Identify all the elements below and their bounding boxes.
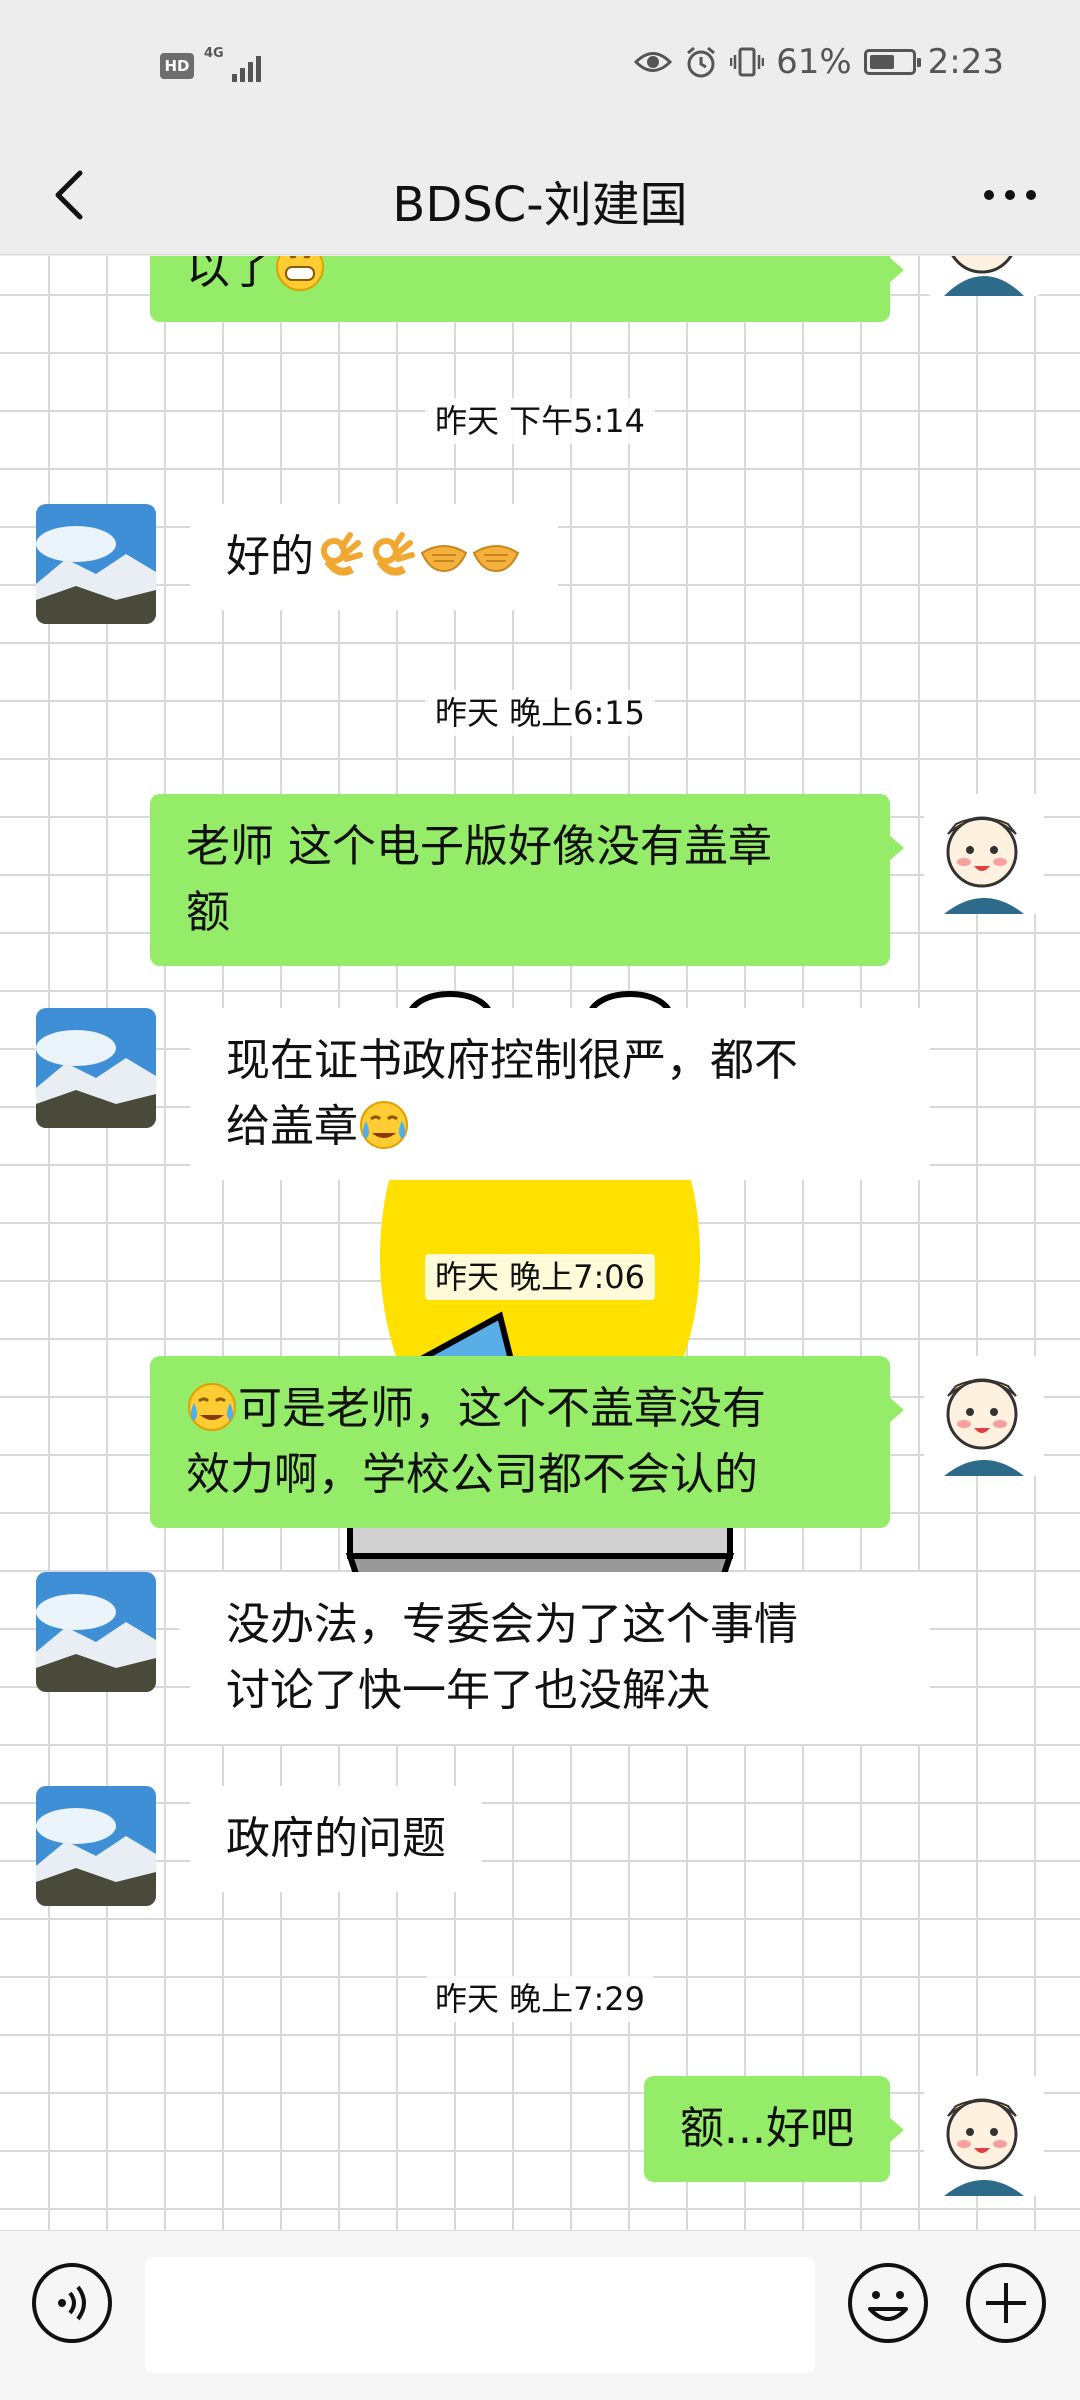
message-line: 现在证书政府控制很严，都不 xyxy=(226,1035,798,1086)
input-bar xyxy=(0,2230,1080,2400)
chat-area[interactable]: 以了 昨天 下午5:14 好的 昨天 晚上6:15 老师 这个电子版好像没有盖章… xyxy=(0,256,1080,2230)
page-title: BDSC-刘建国 xyxy=(392,177,688,233)
contact-avatar[interactable] xyxy=(36,1786,156,1906)
battery-level xyxy=(869,55,895,69)
timestamp: 昨天 晚上6:15 xyxy=(0,688,1080,736)
hd-badge: HD xyxy=(160,53,194,79)
message-input[interactable] xyxy=(145,2257,815,2373)
message-bubble[interactable]: 可是老师，这个不盖章没有 效力啊，学校公司都不会认的 xyxy=(150,1356,904,1528)
timestamp: 昨天 晚上7:06 xyxy=(0,1252,1080,1300)
message-text: 额...好吧 xyxy=(680,2103,854,2154)
network-type: 4G xyxy=(204,46,224,61)
my-avatar[interactable] xyxy=(924,794,1044,914)
message-bubble[interactable]: 额...好吧 xyxy=(644,2076,904,2182)
handshake-icon xyxy=(420,545,468,573)
status-right: 61% 2:23 xyxy=(634,42,1004,82)
grin-emoji-icon xyxy=(276,256,324,291)
message-line: 没办法，专委会为了这个事情 xyxy=(226,1599,798,1650)
message-bubble[interactable]: 政府的问题 xyxy=(176,1786,482,1892)
message-text: 以了 xyxy=(186,256,274,294)
my-avatar[interactable] xyxy=(924,256,1044,296)
vibrate-icon xyxy=(730,47,765,77)
message-line: 效力啊，学校公司都不会认的 xyxy=(186,1449,758,1500)
voice-icon xyxy=(32,2263,112,2343)
my-avatar[interactable] xyxy=(924,1356,1044,1476)
message-bubble[interactable]: 好的 xyxy=(176,504,558,610)
ok-hand-icon xyxy=(373,532,415,576)
more-button[interactable] xyxy=(970,155,1050,235)
plus-icon xyxy=(966,2263,1046,2343)
message-text: 政府的问题 xyxy=(226,1813,446,1864)
message-line: 老师 这个电子版好像没有盖章 xyxy=(186,821,772,872)
emoji-button[interactable] xyxy=(846,2261,930,2345)
battery-icon xyxy=(863,49,921,75)
tears-of-joy-icon xyxy=(188,1383,236,1431)
message-line: 额 xyxy=(186,887,230,938)
message-bubble[interactable]: 以了 xyxy=(150,256,904,322)
eye-icon xyxy=(634,52,673,72)
message-line: 讨论了快一年了也没解决 xyxy=(226,1665,710,1716)
contact-avatar[interactable] xyxy=(36,1008,156,1128)
message-bubble[interactable]: 老师 这个电子版好像没有盖章 额 xyxy=(150,794,904,966)
message-line: 给盖章 xyxy=(226,1101,358,1152)
message-line: 可是老师，这个不盖章没有 xyxy=(238,1383,766,1434)
timestamp: 昨天 下午5:14 xyxy=(0,396,1080,444)
ok-hand-icon xyxy=(321,532,363,576)
alarm-icon xyxy=(687,46,716,78)
battery-percent: 61% xyxy=(776,42,852,82)
message-text: 好的 xyxy=(226,531,314,582)
more-icon xyxy=(984,190,994,200)
status-left: HD 4G xyxy=(160,46,264,84)
chat-header: BDSC-刘建国 xyxy=(0,135,1080,255)
tears-of-joy-icon xyxy=(360,1101,408,1149)
signal-icon: 4G xyxy=(204,46,264,84)
message-bubble[interactable]: 现在证书政府控制很严，都不 给盖章 xyxy=(176,1008,930,1180)
status-bar: HD 4G 61% 2:23 xyxy=(0,0,1080,135)
voice-button[interactable] xyxy=(30,2261,114,2345)
contact-avatar[interactable] xyxy=(36,504,156,624)
my-avatar[interactable] xyxy=(924,2076,1044,2196)
clock: 2:23 xyxy=(927,42,1004,82)
contact-avatar[interactable] xyxy=(36,1572,156,1692)
timestamp: 昨天 晚上7:29 xyxy=(0,1974,1080,2022)
emoji-icon xyxy=(848,2263,928,2343)
handshake-icon xyxy=(472,545,520,573)
message-bubble[interactable]: 没办法，专委会为了这个事情 讨论了快一年了也没解决 xyxy=(176,1572,930,1744)
add-button[interactable] xyxy=(964,2261,1048,2345)
